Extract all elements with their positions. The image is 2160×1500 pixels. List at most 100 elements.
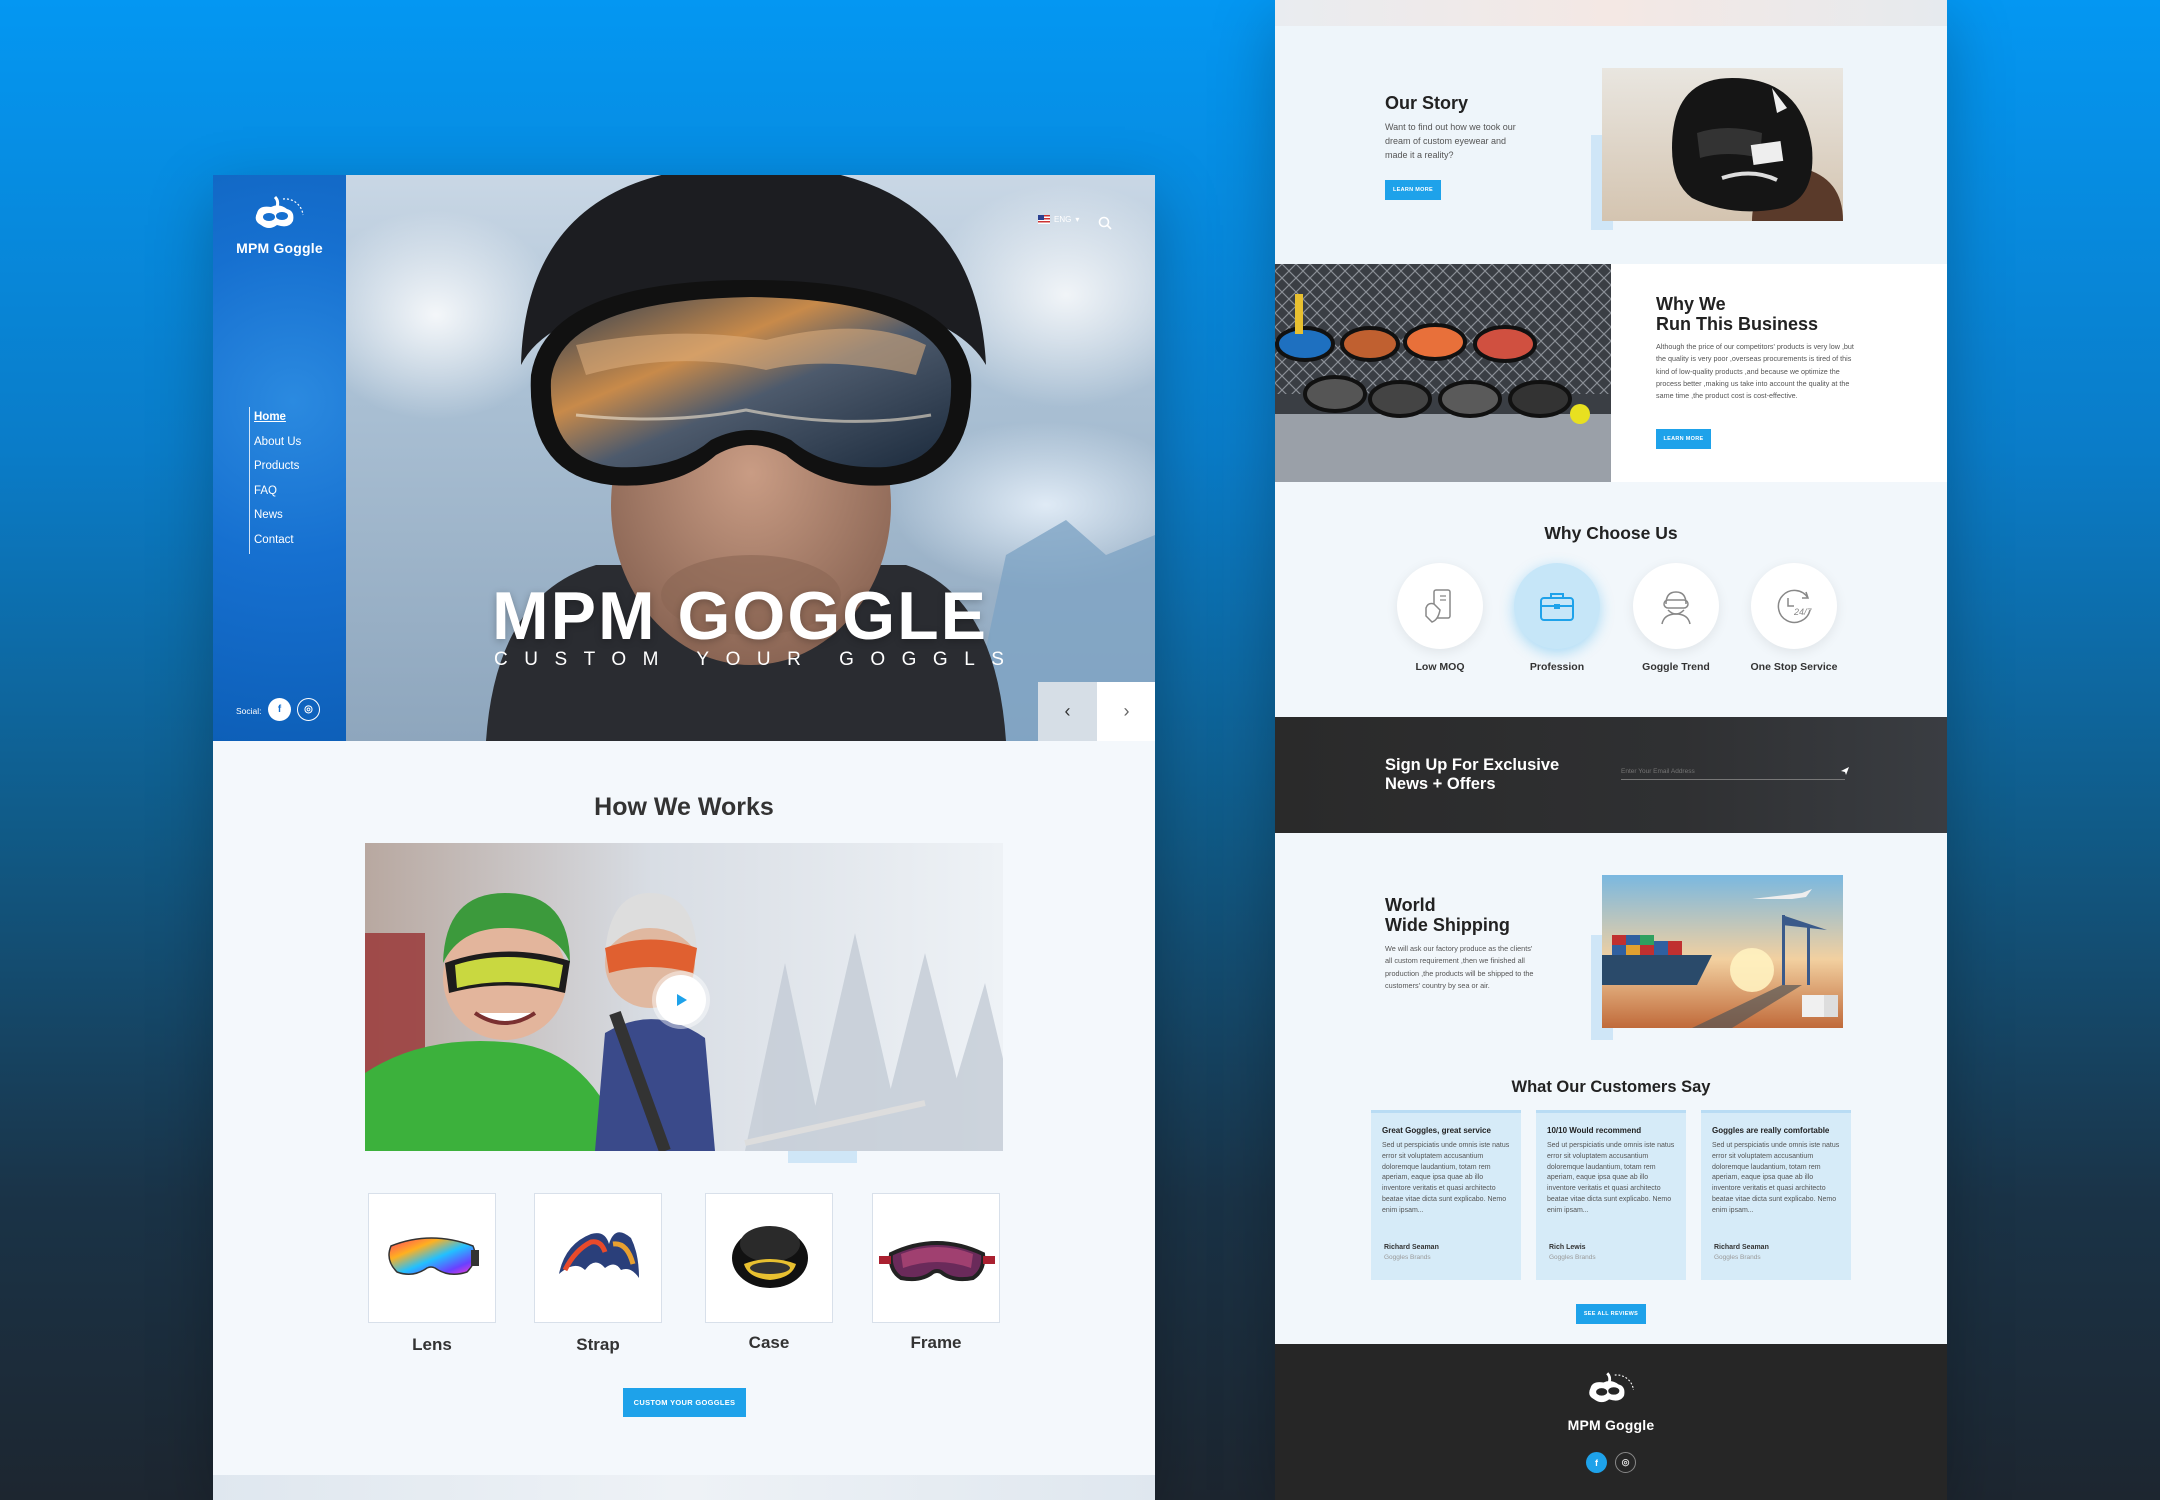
why-choose-us-title: Why Choose Us bbox=[1544, 523, 1678, 543]
instagram-icon[interactable]: ◎ bbox=[297, 698, 320, 721]
why-item-one-stop-service[interactable]: 24/7 One Stop Service bbox=[1734, 563, 1854, 673]
our-story-body: Want to find out how we took our dream o… bbox=[1385, 122, 1516, 160]
shipping-title-line2: Wide Shipping bbox=[1385, 915, 1510, 935]
us-flag-icon bbox=[1038, 215, 1050, 224]
why-item-goggle-trend[interactable]: Goggle Trend bbox=[1616, 563, 1736, 673]
our-story-image bbox=[1602, 68, 1843, 221]
how-we-works-title: How We Works bbox=[594, 793, 774, 821]
part-card-strap[interactable] bbox=[534, 1193, 662, 1323]
send-icon[interactable] bbox=[1840, 766, 1850, 776]
review-author-brand: Goggles Brands bbox=[1384, 1254, 1431, 1261]
chevron-left-icon: ‹ bbox=[1064, 701, 1071, 721]
next-section-peek bbox=[213, 1475, 1155, 1500]
play-button[interactable] bbox=[656, 975, 706, 1025]
homepage-mockup-right: Our Story Want to find out how we took o… bbox=[1275, 0, 1947, 1500]
business-learn-more-button[interactable]: LEARN MORE bbox=[1656, 429, 1711, 449]
part-card-frame[interactable] bbox=[872, 1193, 1000, 1323]
part-card-case[interactable] bbox=[705, 1193, 833, 1323]
review-body: Sed ut perspiciatis unde omnis iste natu… bbox=[1382, 1142, 1510, 1214]
custom-your-goggles-button[interactable]: CUSTOM YOUR GOGGLES bbox=[623, 1388, 746, 1417]
nav-item-about-us[interactable]: About Us bbox=[254, 432, 301, 457]
nav-item-faq[interactable]: FAQ bbox=[254, 481, 301, 506]
clock-24-7-icon: 24/7 bbox=[1772, 584, 1816, 628]
social-label: Social: bbox=[236, 706, 262, 716]
hero-prev-button[interactable]: ‹ bbox=[1038, 682, 1097, 741]
newsletter-email-input[interactable] bbox=[1621, 764, 1845, 780]
business-title-line2: Run This Business bbox=[1656, 314, 1819, 334]
our-story-title: Our Story bbox=[1385, 93, 1469, 113]
strap-icon bbox=[559, 1232, 639, 1278]
language-selector[interactable]: ENG ▾ bbox=[1038, 215, 1079, 224]
footer-facebook-icon[interactable]: f bbox=[1586, 1452, 1607, 1473]
see-all-reviews-button[interactable]: SEE ALL REVIEWS bbox=[1576, 1304, 1646, 1324]
chevron-right-icon: › bbox=[1123, 701, 1130, 721]
newsletter-title-line2: News + Offers bbox=[1385, 775, 1496, 793]
review-author-brand: Goggles Brands bbox=[1714, 1254, 1761, 1261]
review-body: Sed ut perspiciatis unde omnis iste natu… bbox=[1712, 1142, 1840, 1214]
part-card-lens[interactable] bbox=[368, 1193, 496, 1323]
review-card[interactable]: 10/10 Would recommend Sed ut perspiciati… bbox=[1536, 1110, 1686, 1280]
brand-name[interactable]: MPM Goggle bbox=[213, 240, 346, 256]
business-body: Although the price of our competitors' p… bbox=[1656, 342, 1854, 401]
nav-item-contact[interactable]: Contact bbox=[254, 530, 301, 555]
shipping-title-line1: World bbox=[1385, 895, 1436, 915]
sidebar: MPM Goggle Home About Us Products FAQ Ne… bbox=[213, 175, 346, 741]
nav-item-home[interactable]: Home bbox=[254, 407, 301, 432]
main-nav: Home About Us Products FAQ News Contact bbox=[249, 407, 301, 554]
reviews-title: What Our Customers Say bbox=[1511, 1078, 1711, 1096]
review-author: Richard Seaman Goggles Brands bbox=[1714, 1244, 1769, 1261]
newsletter-title: Sign Up For Exclusive News + Offers bbox=[1385, 756, 1559, 794]
review-title: Goggles are really comfortable bbox=[1712, 1126, 1830, 1135]
review-author: Rich Lewis Goggles Brands bbox=[1549, 1244, 1596, 1261]
search-icon[interactable] bbox=[1098, 216, 1112, 230]
review-author-name: Richard Seaman bbox=[1384, 1244, 1439, 1251]
shipping-image bbox=[1602, 875, 1843, 1028]
review-title: Great Goggles, great service bbox=[1382, 1126, 1491, 1135]
review-title: 10/10 Would recommend bbox=[1547, 1126, 1642, 1135]
hero-next-button[interactable]: › bbox=[1097, 682, 1155, 741]
why-item-profession[interactable]: Profession bbox=[1497, 563, 1617, 673]
business-title-line1: Why We bbox=[1656, 294, 1726, 314]
language-label: ENG bbox=[1054, 215, 1072, 224]
footer-brand-name[interactable]: MPM Goggle bbox=[1275, 1417, 1947, 1433]
review-body: Sed ut perspiciatis unde omnis iste natu… bbox=[1547, 1142, 1675, 1214]
part-label-case: Case bbox=[748, 1333, 790, 1352]
our-story-learn-more-button[interactable]: LEARN MORE bbox=[1385, 180, 1441, 200]
part-label-lens: Lens bbox=[412, 1335, 452, 1354]
how-video[interactable] bbox=[365, 843, 1003, 1151]
footer-instagram-icon[interactable]: ◎ bbox=[1615, 1452, 1636, 1473]
part-label-frame: Frame bbox=[910, 1333, 962, 1352]
briefcase-icon bbox=[1540, 593, 1574, 621]
footer-logo-mark bbox=[1583, 1370, 1639, 1410]
review-card[interactable]: Great Goggles, great service Sed ut pers… bbox=[1371, 1110, 1521, 1280]
why-item-goggle-trend-label: Goggle Trend bbox=[1642, 661, 1710, 673]
shipping-body: We will ask our factory produce as the c… bbox=[1385, 944, 1534, 991]
frame-goggle-icon bbox=[879, 1241, 995, 1282]
logo-mark bbox=[249, 195, 309, 235]
review-card[interactable]: Goggles are really comfortable Sed ut pe… bbox=[1701, 1110, 1851, 1280]
hero-banner: ENG ▾ MPM GOGGLE CUSTOM YOUR GOGGLS ‹ › bbox=[346, 175, 1155, 741]
helmet-woman-image bbox=[1602, 68, 1843, 221]
hand-phone-icon bbox=[1425, 589, 1451, 623]
part-label-strap: Strap bbox=[576, 1335, 620, 1354]
goggle-logo-icon bbox=[255, 195, 304, 228]
port-shipping-image bbox=[1602, 875, 1843, 1028]
review-author-brand: Goggles Brands bbox=[1549, 1254, 1596, 1261]
hero-subtitle: CUSTOM YOUR GOGGLS bbox=[494, 649, 1021, 670]
goggle-person-icon bbox=[1661, 591, 1691, 625]
review-author-name: Rich Lewis bbox=[1549, 1244, 1586, 1251]
lens-goggle-icon bbox=[388, 1237, 479, 1275]
why-item-one-stop-service-label: One Stop Service bbox=[1750, 661, 1838, 673]
why-item-low-moq[interactable]: Low MOQ bbox=[1380, 563, 1500, 673]
nav-item-news[interactable]: News bbox=[254, 505, 301, 530]
goggle-logo-icon bbox=[1589, 1372, 1634, 1403]
nav-item-products[interactable]: Products bbox=[254, 456, 301, 481]
newsletter-title-line1: Sign Up For Exclusive bbox=[1385, 756, 1560, 774]
business-image bbox=[1275, 264, 1611, 482]
chevron-down-icon: ▾ bbox=[1075, 215, 1080, 224]
review-author: Richard Seaman Goggles Brands bbox=[1384, 1244, 1439, 1261]
homepage-mockup-left: MPM Goggle Home About Us Products FAQ Ne… bbox=[213, 175, 1155, 1500]
why-item-low-moq-label: Low MOQ bbox=[1415, 661, 1465, 673]
facebook-icon[interactable]: f bbox=[268, 698, 291, 721]
why-item-profession-label: Profession bbox=[1529, 661, 1585, 673]
